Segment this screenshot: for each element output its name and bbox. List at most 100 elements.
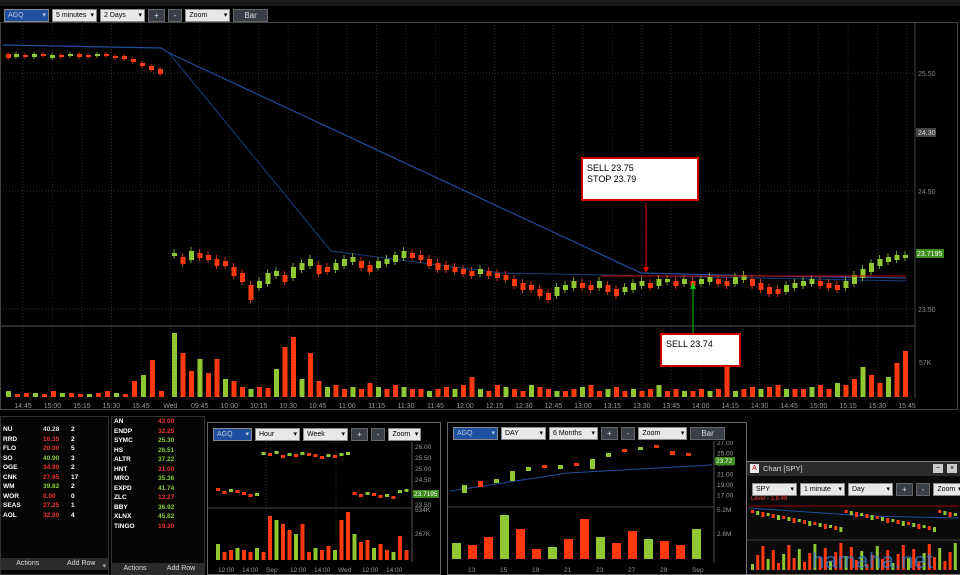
zoom-out-button[interactable]: - bbox=[167, 9, 183, 22]
watchlist-row[interactable]: EXPD 41.74 bbox=[112, 484, 176, 494]
c4-zoom-select[interactable]: Zoom bbox=[933, 483, 960, 496]
price-axis-label: 19.00 bbox=[717, 482, 734, 489]
candle-body bbox=[346, 452, 350, 455]
candle-body bbox=[240, 273, 245, 282]
candle-body bbox=[886, 257, 891, 262]
watchlist-row[interactable]: FLO 20.00 5 bbox=[1, 444, 80, 454]
volume-bar bbox=[826, 389, 832, 397]
volume-bar bbox=[724, 367, 730, 397]
wl-qty: 17 bbox=[71, 473, 79, 481]
watchlist-row[interactable]: TINGO 19.30 bbox=[112, 522, 176, 532]
volume-bar bbox=[378, 544, 383, 560]
watchlist-row[interactable]: SEAS 27.25 1 bbox=[1, 501, 80, 511]
wl-price: 35.36 bbox=[158, 475, 175, 483]
volume-bar bbox=[339, 520, 344, 560]
actions-button[interactable]: Actions bbox=[1, 558, 55, 570]
watchlist-row[interactable]: OGE 34.90 2 bbox=[1, 463, 80, 473]
c3-range-select[interactable]: 6 Months bbox=[549, 427, 598, 440]
candle-body bbox=[229, 489, 233, 492]
c4-symbol-select[interactable]: SPY bbox=[752, 483, 797, 496]
price-axis-label: 27.00 bbox=[717, 441, 734, 447]
time-axis-label: 13:45 bbox=[663, 403, 681, 410]
watchlist-row[interactable]: ALTR 37.22 bbox=[112, 455, 176, 465]
close-icon[interactable]: × bbox=[947, 464, 957, 473]
volume-bar bbox=[248, 552, 253, 560]
c4-range-select[interactable]: Day bbox=[848, 483, 893, 496]
main-chart-canvas[interactable]: 25.50 24.50 23.50 14:45 15:00 15:15 15:30 15:45… bbox=[1, 23, 959, 411]
watchlist-row[interactable]: SYMC 25.30 bbox=[112, 436, 176, 446]
candle-body bbox=[849, 511, 853, 515]
candle-body bbox=[922, 525, 926, 528]
c2-zoom-select[interactable]: Zoom bbox=[388, 428, 422, 441]
watchlist-row[interactable]: XLNX 45.82 bbox=[112, 512, 176, 522]
chart-type-button[interactable]: Bar bbox=[233, 9, 268, 22]
watchlist-row[interactable]: NU 40.28 2 bbox=[1, 425, 80, 435]
watchlist-row[interactable]: ZLC 13.27 bbox=[112, 493, 176, 503]
moving-average-line bbox=[2, 44, 907, 279]
watchlist-row[interactable]: AN 43.00 bbox=[112, 417, 176, 427]
volume-bar bbox=[761, 546, 765, 570]
watchlist-row[interactable]: WOR 0.00 0 bbox=[1, 492, 80, 502]
zoom-in-button[interactable]: + bbox=[148, 9, 165, 22]
watchlist-row[interactable]: WM 39.82 2 bbox=[1, 482, 80, 492]
c3-zoom-select[interactable]: Zoom bbox=[638, 427, 688, 440]
add-row-button-2[interactable]: Add Row bbox=[158, 563, 204, 574]
c4-interval-select[interactable]: 1 minute bbox=[800, 483, 845, 496]
volume-bar bbox=[308, 353, 313, 397]
daily-chart-canvas[interactable]: 27.0025.0023.0021.0019.0017.0023.725.2M2… bbox=[448, 441, 746, 574]
c2-minus-button[interactable]: - bbox=[370, 428, 386, 441]
volume-bar bbox=[391, 552, 396, 560]
watchlist-row[interactable]: RRD 16.35 2 bbox=[1, 435, 80, 445]
volume-bar bbox=[240, 387, 245, 397]
candle-body bbox=[333, 263, 339, 270]
symbol-select[interactable]: AGQ bbox=[4, 9, 49, 22]
volume-bar bbox=[520, 391, 526, 397]
candle-body bbox=[223, 261, 228, 266]
time-axis-label: 14:30 bbox=[751, 403, 769, 410]
watchlist-row[interactable]: CNK 27.95 17 bbox=[1, 473, 80, 483]
watchlist-row[interactable]: BBY 36.92 bbox=[112, 503, 176, 513]
c3-minus-button[interactable]: - bbox=[620, 427, 636, 440]
c4-minus-button[interactable]: - bbox=[915, 483, 931, 496]
actions-button-2[interactable]: Actions bbox=[112, 563, 158, 574]
wl-symbol: NU bbox=[3, 426, 13, 434]
c2-interval-select[interactable]: Hour bbox=[255, 428, 300, 441]
watchlist-row[interactable]: ENDP 32.25 bbox=[112, 427, 176, 437]
zoom-select[interactable]: Zoom bbox=[185, 9, 231, 22]
hourly-chart-canvas[interactable]: 26.0025.5025.0024.5023.5023.7195534K267K… bbox=[208, 442, 440, 574]
scroll-down-icon[interactable]: ▾ bbox=[102, 562, 106, 570]
candle-body bbox=[313, 454, 318, 457]
volume-bar bbox=[486, 391, 492, 397]
c2-symbol-select[interactable]: AGQ bbox=[213, 428, 252, 441]
candle-body bbox=[376, 261, 381, 268]
watchlist-row[interactable]: MRO 35.36 bbox=[112, 474, 176, 484]
time-axis-label: 14:00 bbox=[692, 403, 710, 410]
candle-body bbox=[427, 259, 432, 266]
c3-type-button[interactable]: Bar bbox=[690, 427, 725, 440]
add-row-button[interactable]: Add Row bbox=[55, 558, 109, 570]
volume-bar bbox=[313, 548, 318, 560]
candle-body bbox=[510, 471, 515, 481]
c2-plus-button[interactable]: + bbox=[351, 428, 368, 441]
candle-body bbox=[639, 281, 645, 286]
c3-interval-select[interactable]: DAY bbox=[501, 427, 546, 440]
interval-select[interactable]: 5 minutes bbox=[52, 9, 97, 22]
c2-range-select[interactable]: Week bbox=[303, 428, 348, 441]
volume-bar bbox=[777, 563, 780, 570]
volume-bar bbox=[60, 393, 65, 397]
volume-bar bbox=[365, 540, 370, 560]
minimize-icon[interactable]: − bbox=[933, 464, 943, 473]
watchlist-row[interactable]: HNT 31.00 bbox=[112, 465, 176, 475]
c3-symbol-select[interactable]: AGQ bbox=[453, 427, 498, 440]
c4-plus-button[interactable]: + bbox=[896, 483, 913, 496]
c3-plus-button[interactable]: + bbox=[601, 427, 618, 440]
candle-body bbox=[261, 452, 266, 455]
volume-bar bbox=[673, 389, 679, 397]
watchlist-row[interactable]: SO 40.90 3 bbox=[1, 454, 80, 464]
watchlist-row[interactable]: AOL 32.00 4 bbox=[1, 511, 80, 521]
volume-bar bbox=[6, 391, 11, 397]
range-select[interactable]: 2 Days bbox=[100, 9, 145, 22]
watchlist-row[interactable]: HS 26.51 bbox=[112, 446, 176, 456]
candle-body bbox=[325, 267, 330, 272]
candle-body bbox=[839, 527, 843, 532]
